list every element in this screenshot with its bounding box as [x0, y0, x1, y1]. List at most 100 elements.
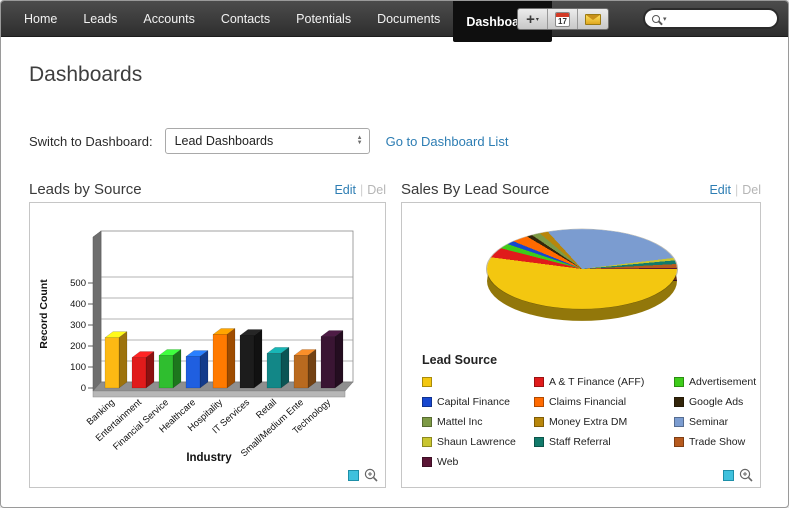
tab-leads[interactable]: Leads [70, 1, 130, 37]
legend-label: Advertisement [689, 376, 756, 388]
tab-accounts[interactable]: Accounts [130, 1, 207, 37]
zoom-icon[interactable] [739, 468, 753, 482]
legend-item: Money Extra DM [534, 416, 674, 428]
bar[interactable] [240, 336, 254, 389]
quick-create-button[interactable]: +▾ [518, 9, 548, 29]
bar[interactable] [105, 338, 119, 388]
nav-tabs: Home Leads Accounts Contacts Potentials … [11, 1, 552, 42]
tab-contacts[interactable]: Contacts [208, 1, 283, 37]
y-tick-label: 100 [70, 362, 86, 373]
delete-link[interactable]: Del [367, 183, 386, 197]
crm-window: Home Leads Accounts Contacts Potentials … [0, 0, 789, 508]
bar-side[interactable] [335, 331, 343, 388]
legend-swatch [534, 397, 544, 407]
legend-swatch [534, 377, 544, 387]
bar[interactable] [294, 355, 308, 388]
bar-side[interactable] [200, 351, 208, 389]
legend-label: Mattel Inc [437, 416, 483, 428]
legend-swatch [674, 417, 684, 427]
bar[interactable] [186, 357, 200, 389]
bar-chart[interactable]: 0100200300400500BankingEntertainmentFina… [31, 205, 384, 467]
bar[interactable] [159, 355, 173, 388]
edit-link[interactable]: Edit [709, 183, 731, 197]
pie-widget-header: Sales By Lead Source Edit | Del [401, 181, 761, 198]
calendar-icon: 17 [555, 12, 570, 27]
pie-legend: A & T Finance (AFF)AdvertisementCapital … [422, 376, 748, 468]
calendar-day-number: 17 [556, 17, 569, 26]
bar-widget-title: Leads by Source [29, 181, 334, 198]
bar-chart-canvas: 0100200300400500BankingEntertainmentFina… [31, 205, 384, 467]
search-icon [652, 15, 660, 23]
legend-item: Web [422, 456, 534, 468]
legend-item: Google Ads [674, 396, 756, 408]
bar-side[interactable] [281, 347, 289, 388]
legend-swatch [534, 437, 544, 447]
top-nav: Home Leads Accounts Contacts Potentials … [1, 1, 788, 37]
legend-swatch [422, 417, 432, 427]
category-label: Retail [254, 397, 278, 420]
legend-toggle-icon[interactable] [348, 470, 359, 481]
bar[interactable] [321, 337, 335, 388]
search-input[interactable] [670, 13, 770, 25]
legend-swatch [674, 377, 684, 387]
quick-action-bar: +▾ 17 [517, 8, 609, 30]
edit-link[interactable]: Edit [334, 183, 356, 197]
legend-label: A & T Finance (AFF) [549, 376, 644, 388]
pie-widget-title: Sales By Lead Source [401, 181, 709, 198]
legend-toggle-icon[interactable] [723, 470, 734, 481]
separator: | [735, 183, 738, 197]
legend-item: Claims Financial [534, 396, 674, 408]
bar-side[interactable] [227, 328, 235, 388]
y-tick-label: 400 [70, 299, 86, 310]
legend-label: Claims Financial [549, 396, 626, 408]
zoom-icon[interactable] [364, 468, 378, 482]
x-axis-title: Industry [186, 452, 232, 464]
mail-button[interactable] [578, 9, 608, 29]
legend-swatch [422, 377, 432, 387]
bar-side[interactable] [308, 349, 316, 388]
pie-surface[interactable] [487, 229, 677, 309]
legend-swatch [534, 417, 544, 427]
sales-by-lead-source-widget: Lead Source A & T Finance (AFF)Advertise… [401, 202, 761, 488]
pie-widget-footer [723, 468, 753, 482]
tab-potentials[interactable]: Potentials [283, 1, 364, 37]
legend-item: A & T Finance (AFF) [534, 376, 674, 388]
legend-swatch [674, 437, 684, 447]
bar-widget-header: Leads by Source Edit | Del [29, 181, 386, 198]
tab-home[interactable]: Home [11, 1, 70, 37]
dashboard-select[interactable]: Lead Dashboards ▲▼ [165, 128, 370, 154]
y-tick-label: 200 [70, 341, 86, 352]
legend-item [422, 376, 534, 388]
bar-widget-actions: Edit | Del [334, 183, 386, 197]
bar[interactable] [132, 358, 146, 388]
legend-label: Capital Finance [437, 396, 510, 408]
legend-swatch [422, 437, 432, 447]
bar[interactable] [267, 353, 281, 388]
search-scope-caret-icon[interactable]: ▾ [663, 15, 667, 23]
delete-link[interactable]: Del [742, 183, 761, 197]
dashboard-select-value: Lead Dashboards [175, 134, 357, 148]
legend-item: Capital Finance [422, 396, 534, 408]
bar-side[interactable] [146, 352, 154, 388]
legend-label: Google Ads [689, 396, 743, 408]
bar-side[interactable] [173, 349, 181, 388]
bar-side[interactable] [254, 330, 262, 389]
bar[interactable] [213, 334, 227, 388]
switch-dashboard-label: Switch to Dashboard: [29, 134, 153, 149]
bar-side[interactable] [119, 332, 127, 388]
separator: | [360, 183, 363, 197]
pie-legend-title: Lead Source [422, 353, 497, 367]
legend-item: Mattel Inc [422, 416, 534, 428]
legend-item: Shaun Lawrence [422, 436, 534, 448]
go-to-dashboard-list-link[interactable]: Go to Dashboard List [386, 134, 509, 149]
calendar-button[interactable]: 17 [548, 9, 578, 29]
chart-floor-edge [93, 391, 345, 397]
chevron-down-icon: ▾ [536, 16, 539, 23]
tab-documents[interactable]: Documents [364, 1, 453, 37]
legend-item: Advertisement [674, 376, 756, 388]
pie-chart[interactable] [487, 229, 677, 324]
legend-label: Web [437, 456, 458, 468]
y-tick-label: 500 [70, 278, 86, 289]
legend-swatch [674, 397, 684, 407]
search-box[interactable]: ▾ [643, 8, 779, 29]
